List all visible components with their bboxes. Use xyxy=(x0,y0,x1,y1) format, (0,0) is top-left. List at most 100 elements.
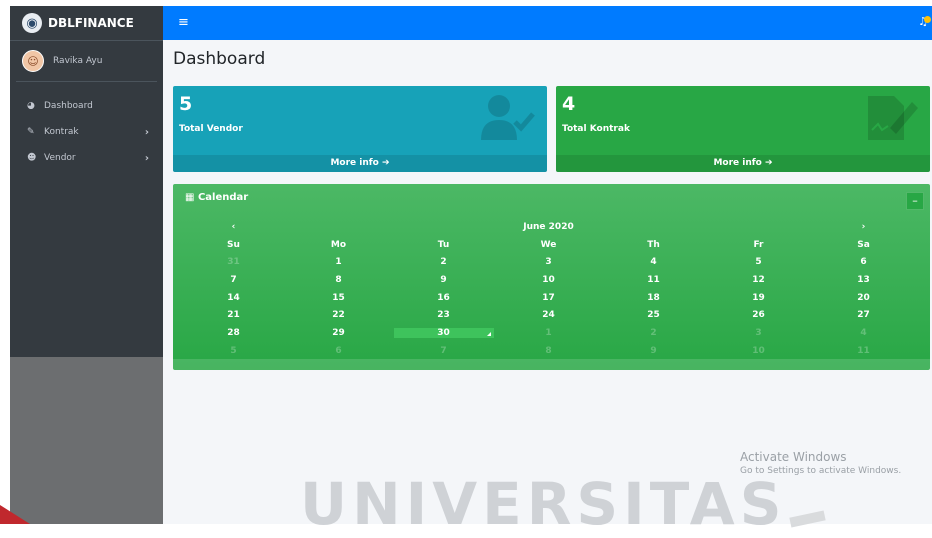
user-panel[interactable]: ☺ Ravika Ayu xyxy=(16,41,157,82)
month-label[interactable]: June 2020 xyxy=(496,222,601,232)
calendar-day[interactable]: 10 xyxy=(496,275,601,285)
sidebar-nav: ◕ Dashboard ✎ Kontrak › ☻ Vendor › xyxy=(10,93,163,171)
sidebar-item-kontrak[interactable]: ✎ Kontrak › xyxy=(10,119,163,145)
weekday-label: Su xyxy=(227,239,240,250)
calendar-day[interactable]: 7 xyxy=(391,346,496,356)
calendar-day[interactable]: 28 xyxy=(181,328,286,338)
calendar-grid: ‹ June 2020 › Su Mo Tu We Th Fr Sa 31 1 xyxy=(181,218,916,360)
total-kontrak-box: 4 Total Kontrak More info ➔ xyxy=(556,86,930,172)
sidebar-item-vendor[interactable]: ☻ Vendor › xyxy=(10,145,163,171)
edit-icon: ✎ xyxy=(27,127,35,137)
calendar-day[interactable]: 4 xyxy=(811,328,916,338)
calendar-icon: ▦ xyxy=(185,192,195,203)
calendar-day[interactable]: 27 xyxy=(811,310,916,320)
kontrak-label: Total Kontrak xyxy=(562,124,630,134)
calendar-day[interactable]: 22 xyxy=(286,310,391,320)
weekday-label: Mo xyxy=(330,239,347,250)
calendar-day[interactable]: 9 xyxy=(391,275,496,285)
outer-gray-panel xyxy=(10,357,163,524)
calendar-day[interactable]: 5 xyxy=(706,257,811,267)
calendar-day[interactable]: 11 xyxy=(811,346,916,356)
calendar-week-row: 31 1 2 3 4 5 6 xyxy=(181,253,916,271)
calendar-day[interactable]: 7 xyxy=(181,275,286,285)
weekday-label: Tu xyxy=(437,239,450,250)
next-month-button[interactable]: › xyxy=(811,222,916,232)
calendar-day[interactable]: 23 xyxy=(391,310,496,320)
calendar-day[interactable]: 9 xyxy=(601,346,706,356)
sidebar-item-dashboard[interactable]: ◕ Dashboard xyxy=(10,93,163,119)
calendar-day[interactable]: 29 xyxy=(286,328,391,338)
calendar-day[interactable]: 6 xyxy=(811,257,916,267)
calendar-nav-row: ‹ June 2020 › xyxy=(181,218,916,236)
calendar-day[interactable]: 17 xyxy=(496,293,601,303)
calendar-title: Calendar xyxy=(197,192,249,203)
calendar-day[interactable]: 6 xyxy=(286,346,391,356)
user-name: Ravika Ayu xyxy=(53,56,103,66)
sidebar-item-label: Kontrak xyxy=(44,127,79,137)
calendar-day[interactable]: 13 xyxy=(811,275,916,285)
calendar-week-row: 14 15 16 17 18 19 20 xyxy=(181,289,916,307)
file-signature-icon xyxy=(868,96,918,140)
calendar-day[interactable]: 10 xyxy=(706,346,811,356)
calendar-day[interactable]: 3 xyxy=(496,257,601,267)
calendar-day[interactable]: 1 xyxy=(286,257,391,267)
sidebar: ◉ DBLFINANCE ☺ Ravika Ayu ◕ Dashboard ✎ … xyxy=(10,6,163,357)
calendar-week-row: 5 6 7 8 9 10 11 xyxy=(181,342,916,360)
calendar-day[interactable]: 3 xyxy=(706,328,811,338)
calendar-week-row: 28 29 30 1 2 3 4 xyxy=(181,324,916,342)
weekday-label: Th xyxy=(647,239,660,250)
prev-month-button[interactable]: ‹ xyxy=(181,222,286,232)
calendar-day[interactable]: 8 xyxy=(496,346,601,356)
weekday-label: Fr xyxy=(753,239,764,250)
calendar-day[interactable]: 15 xyxy=(286,293,391,303)
weekday-label: We xyxy=(540,239,557,250)
calendar-day[interactable]: 5 xyxy=(181,346,286,356)
kontrak-more-info-link[interactable]: More info ➔ xyxy=(556,155,930,172)
weekday-label: Sa xyxy=(857,239,870,250)
selected-day[interactable]: 30 xyxy=(393,327,494,338)
calendar-day[interactable]: 2 xyxy=(601,328,706,338)
calendar-day[interactable]: 14 xyxy=(181,293,286,303)
calendar-day[interactable]: 25 xyxy=(601,310,706,320)
user-check-icon xyxy=(481,95,535,140)
notification-badge xyxy=(924,16,931,23)
calendar-header: ▦ Calendar xyxy=(185,192,248,203)
brand-name: DBLFINANCE xyxy=(48,16,134,30)
calendar-day[interactable]: 31 xyxy=(181,257,286,267)
logo-corner-shape xyxy=(0,505,30,524)
vendor-more-info-link[interactable]: More info ➔ xyxy=(173,155,547,172)
calendar-day-selected[interactable]: 30 xyxy=(391,327,496,338)
collapse-button[interactable]: – xyxy=(906,192,924,210)
calendar-footer xyxy=(173,359,930,370)
calendar-week-row: 7 8 9 10 11 12 13 xyxy=(181,271,916,289)
vendor-count: 5 xyxy=(179,93,193,115)
brand[interactable]: ◉ DBLFINANCE xyxy=(10,6,163,41)
calendar-day[interactable]: 18 xyxy=(601,293,706,303)
chevron-right-icon: › xyxy=(144,126,149,138)
calendar-day[interactable]: 19 xyxy=(706,293,811,303)
menu-icon[interactable]: ≡ xyxy=(178,15,189,30)
top-navbar: ≡ ♫ xyxy=(163,6,932,40)
calendar-day[interactable]: 4 xyxy=(601,257,706,267)
page-title: Dashboard xyxy=(173,49,266,69)
vendor-label: Total Vendor xyxy=(179,124,243,134)
calendar-day[interactable]: 20 xyxy=(811,293,916,303)
activate-title: Activate Windows xyxy=(740,450,847,464)
calendar-week-row: 21 22 23 24 25 26 27 xyxy=(181,306,916,324)
weekday-row: Su Mo Tu We Th Fr Sa xyxy=(181,236,916,254)
universitas-watermark: UNIVERSITAS xyxy=(300,470,787,538)
kontrak-count: 4 xyxy=(562,93,576,115)
calendar-card: ▦ Calendar – ‹ June 2020 › Su Mo Tu We T… xyxy=(173,184,930,370)
calendar-day[interactable]: 24 xyxy=(496,310,601,320)
calendar-day[interactable]: 21 xyxy=(181,310,286,320)
user-check-icon: ☻ xyxy=(27,153,37,163)
sidebar-item-label: Vendor xyxy=(44,153,76,163)
calendar-day[interactable]: 26 xyxy=(706,310,811,320)
calendar-day[interactable]: 11 xyxy=(601,275,706,285)
calendar-day[interactable]: 1 xyxy=(496,328,601,338)
sidebar-item-label: Dashboard xyxy=(44,101,93,111)
calendar-day[interactable]: 12 xyxy=(706,275,811,285)
calendar-day[interactable]: 16 xyxy=(391,293,496,303)
calendar-day[interactable]: 8 xyxy=(286,275,391,285)
calendar-day[interactable]: 2 xyxy=(391,257,496,267)
